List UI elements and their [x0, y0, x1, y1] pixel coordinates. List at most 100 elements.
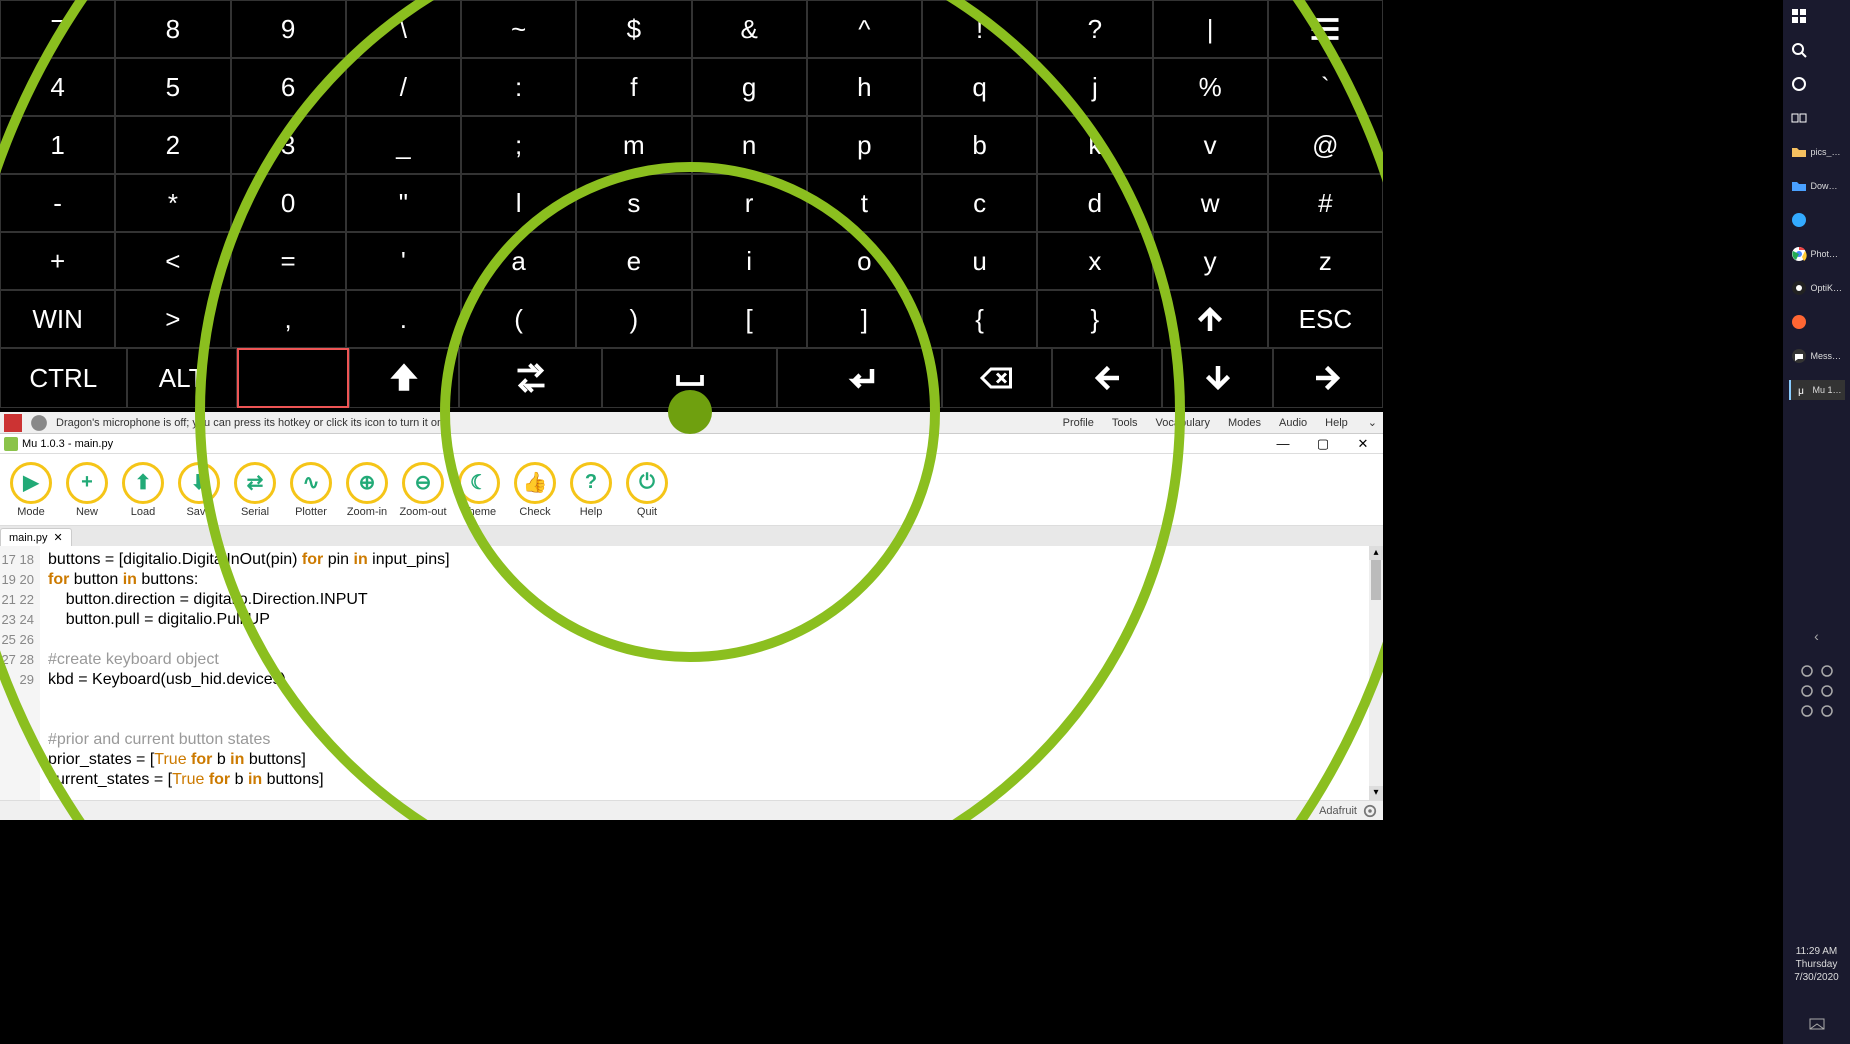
key-,[interactable]: , — [231, 290, 346, 348]
dragon-more-icon[interactable]: ⌄ — [1362, 416, 1383, 429]
key-selected-blank[interactable] — [237, 348, 349, 408]
scroll-thumb[interactable] — [1371, 560, 1381, 600]
key-#[interactable]: # — [1268, 174, 1383, 232]
key-o[interactable]: o — [807, 232, 922, 290]
mu-btn-check[interactable]: 👍Check — [510, 462, 560, 518]
key-}[interactable]: } — [1037, 290, 1152, 348]
tray-chev-icon[interactable] — [1800, 664, 1814, 678]
taskbar-item-folder[interactable]: Downl… — [1789, 176, 1845, 196]
close-button[interactable]: ✕ — [1343, 436, 1383, 452]
key-<[interactable]: < — [115, 232, 230, 290]
minimize-button[interactable]: — — [1263, 436, 1303, 451]
key-y[interactable]: y — [1153, 232, 1268, 290]
taskbar-item-search[interactable] — [1789, 40, 1845, 60]
key-$[interactable]: $ — [576, 0, 691, 58]
key-5[interactable]: 5 — [115, 58, 230, 116]
mu-btn-zoom-out[interactable]: ⊖Zoom-out — [398, 462, 448, 518]
taskbar-item-mu[interactable]: μMu 1.0… — [1789, 380, 1845, 400]
key-↓[interactable] — [1162, 348, 1272, 408]
mu-btn-serial[interactable]: ⇄Serial — [230, 462, 280, 518]
key-←[interactable] — [1052, 348, 1162, 408]
key-r[interactable]: r — [692, 174, 807, 232]
key-alt[interactable]: ALT — [127, 348, 237, 408]
key-p[interactable]: p — [807, 116, 922, 174]
mu-btn-load[interactable]: ⬆Load — [118, 462, 168, 518]
key-ESC[interactable]: ESC — [1268, 290, 1383, 348]
key-+[interactable]: + — [0, 232, 115, 290]
key-↑[interactable] — [1153, 290, 1268, 348]
maximize-button[interactable]: ▢ — [1303, 436, 1343, 452]
taskbar-item-firefox[interactable] — [1789, 312, 1845, 332]
key-8[interactable]: 8 — [115, 0, 230, 58]
tray-pen-icon[interactable] — [1820, 704, 1834, 718]
mu-btn-theme[interactable]: ☾Theme — [454, 462, 504, 518]
dragon-menu-vocabulary[interactable]: Vocabulary — [1156, 417, 1210, 429]
key-n[interactable]: n — [692, 116, 807, 174]
key-&[interactable]: & — [692, 0, 807, 58]
key-WIN[interactable]: WIN — [0, 290, 115, 348]
mu-btn-quit[interactable]: ⏻Quit — [622, 462, 672, 518]
notifications-icon[interactable] — [1808, 1016, 1826, 1034]
key-^[interactable]: ^ — [807, 0, 922, 58]
key-≡[interactable] — [1268, 0, 1383, 58]
taskbar-item-win[interactable] — [1789, 6, 1845, 26]
taskbar-chevron-icon[interactable]: ‹ — [1814, 628, 1819, 644]
taskbar-item-eye[interactable]: OptiKe… — [1789, 278, 1845, 298]
key-%[interactable]: % — [1153, 58, 1268, 116]
key->[interactable]: > — [115, 290, 230, 348]
dragon-menu-profile[interactable]: Profile — [1063, 417, 1094, 429]
key-→[interactable] — [1273, 348, 1383, 408]
mu-btn-save[interactable]: ⬇Save — [174, 462, 224, 518]
key-_[interactable]: _ — [346, 116, 461, 174]
gear-icon[interactable] — [1363, 804, 1377, 818]
key-tab[interactable] — [459, 348, 602, 408]
key-e[interactable]: e — [576, 232, 691, 290]
key-.[interactable]: . — [346, 290, 461, 348]
key-([interactable]: ( — [461, 290, 576, 348]
key-k[interactable]: k — [1037, 116, 1152, 174]
tray-dot-icon[interactable] — [1820, 664, 1834, 678]
vertical-scrollbar[interactable]: ▴ ▾ — [1369, 546, 1383, 800]
taskbar-item-edge[interactable] — [1789, 210, 1845, 230]
key-z[interactable]: z — [1268, 232, 1383, 290]
key-2[interactable]: 2 — [115, 116, 230, 174]
taskbar-clock[interactable]: 11:29 AM Thursday 7/30/2020 — [1794, 945, 1839, 984]
dragon-menu-audio[interactable]: Audio — [1279, 417, 1307, 429]
key-b[interactable]: b — [922, 116, 1037, 174]
key-j[interactable]: j — [1037, 58, 1152, 116]
taskbar-item-chrome[interactable]: Photo … — [1789, 244, 1845, 264]
mic-off-icon[interactable] — [30, 414, 48, 432]
key-'[interactable]: ' — [346, 232, 461, 290]
dragon-menu-modes[interactable]: Modes — [1228, 417, 1261, 429]
tray-vol-icon[interactable] — [1820, 684, 1834, 698]
scroll-down-icon[interactable]: ▾ — [1369, 786, 1383, 800]
key--[interactable]: - — [0, 174, 115, 232]
key-0[interactable]: 0 — [231, 174, 346, 232]
key-g[interactable]: g — [692, 58, 807, 116]
key-4[interactable]: 4 — [0, 58, 115, 116]
dragon-menu-help[interactable]: Help — [1325, 417, 1348, 429]
key-ctrl[interactable]: CTRL — [0, 348, 127, 408]
key-?[interactable]: ? — [1037, 0, 1152, 58]
key-`[interactable]: ` — [1268, 58, 1383, 116]
key-l[interactable]: l — [461, 174, 576, 232]
key-c[interactable]: c — [922, 174, 1037, 232]
key-u[interactable]: u — [922, 232, 1037, 290]
code-editor[interactable]: 17 18 19 20 21 22 23 24 25 26 27 28 29 b… — [0, 546, 1383, 800]
key-enter[interactable] — [777, 348, 941, 408]
key-|[interactable]: | — [1153, 0, 1268, 58]
taskbar-item-circle[interactable] — [1789, 74, 1845, 94]
key-6[interactable]: 6 — [231, 58, 346, 116]
mu-btn-new[interactable]: +New — [62, 462, 112, 518]
key-f[interactable]: f — [576, 58, 691, 116]
scroll-up-icon[interactable]: ▴ — [1369, 546, 1383, 560]
key-a[interactable]: a — [461, 232, 576, 290]
key-9[interactable]: 9 — [231, 0, 346, 58]
key-\[interactable]: \ — [346, 0, 461, 58]
key-t[interactable]: t — [807, 174, 922, 232]
key-7[interactable]: 7 — [0, 0, 115, 58]
key-"[interactable]: " — [346, 174, 461, 232]
taskbar-item-taskview[interactable] — [1789, 108, 1845, 128]
taskbar-item-msg[interactable]: Messa… — [1789, 346, 1845, 366]
key-][interactable]: ] — [807, 290, 922, 348]
